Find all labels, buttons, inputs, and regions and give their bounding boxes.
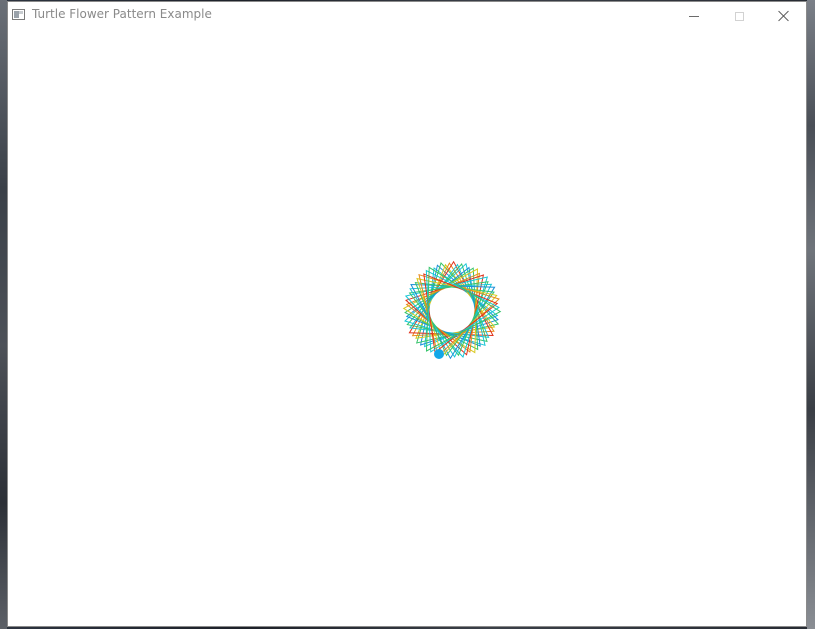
close-button[interactable] xyxy=(761,2,807,30)
desktop-background-left xyxy=(0,0,7,629)
close-icon xyxy=(778,10,790,22)
minimize-button[interactable] xyxy=(671,2,717,30)
turtle-canvas[interactable] xyxy=(8,30,806,626)
turtle-cursor-icon xyxy=(434,349,444,359)
window-title: Turtle Flower Pattern Example xyxy=(32,7,212,21)
desktop-background-right xyxy=(807,0,815,629)
flower-pattern-drawing xyxy=(402,260,502,360)
app-window-icon[interactable] xyxy=(12,9,25,20)
minimize-icon xyxy=(689,15,699,17)
app-window: Turtle Flower Pattern Example xyxy=(7,1,807,627)
title-bar[interactable]: Turtle Flower Pattern Example xyxy=(8,2,806,30)
maximize-icon xyxy=(734,11,744,21)
maximize-button[interactable] xyxy=(716,2,762,30)
